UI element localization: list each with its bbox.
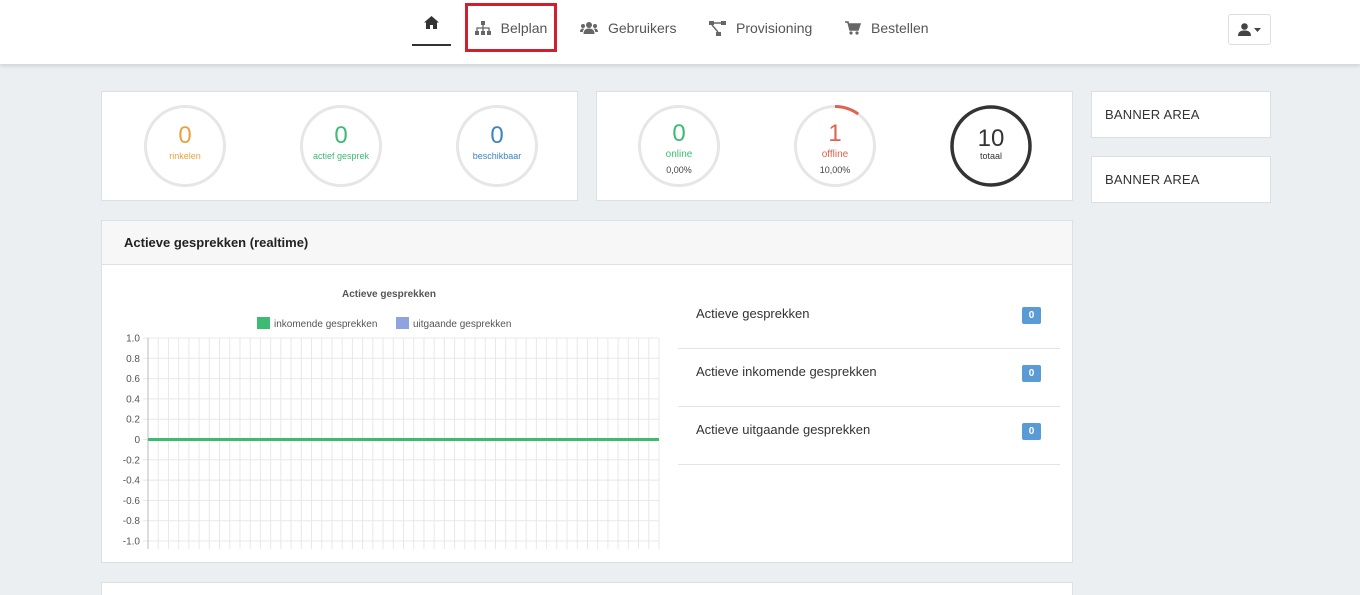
- y-tick-label: 0.4: [126, 394, 140, 405]
- stat-actief-gesprek: 0 actief gesprek: [300, 105, 382, 187]
- stat-beschikbaar: 0 beschikbaar: [456, 105, 538, 187]
- users-icon: [580, 22, 598, 34]
- y-tick-label: -0.4: [123, 476, 141, 487]
- legend-swatch: [257, 317, 270, 329]
- count-badge: 0: [1022, 307, 1041, 324]
- stat-offline: 1 offline 10,00%: [794, 105, 876, 187]
- device-stats-card: 0 online 0,00% 1 offline 10,00% 10 totaa…: [596, 91, 1073, 201]
- list-item: Actieve uitgaande gesprekken 0: [678, 407, 1060, 465]
- count-badge: 0: [1022, 365, 1041, 382]
- y-tick-label: -0.6: [123, 496, 141, 507]
- banner-area[interactable]: BANNER AREA: [1091, 91, 1271, 138]
- network-icon: [709, 20, 726, 36]
- sitemap-icon: [474, 20, 491, 35]
- stat-label: offline: [821, 149, 849, 160]
- call-stats-card: 0 rinkelen 0 actief gesprek 0 beschikbaa…: [101, 91, 578, 201]
- stat-label: rinkelen: [169, 151, 201, 161]
- nav-bestellen-label: Bestellen: [871, 20, 929, 36]
- y-tick-label: -0.8: [123, 516, 141, 527]
- list-item: Actieve gesprekken 0: [678, 291, 1060, 349]
- y-tick-label: 0: [134, 435, 140, 446]
- stat-value: 0: [672, 120, 686, 147]
- count-badge: 0: [1022, 423, 1041, 440]
- realtime-chart: Actieve gesprekken inkomende gesprekken ui…: [123, 289, 660, 549]
- list-item-label: Actieve gesprekken: [696, 306, 810, 321]
- home-icon: [424, 15, 439, 29]
- list-item-label: Actieve uitgaande gesprekken: [696, 422, 871, 437]
- banner-text: BANNER AREA: [1105, 172, 1200, 187]
- next-card: [101, 582, 1073, 595]
- y-tick-label: 0.6: [126, 374, 140, 385]
- nav-bestellen[interactable]: Bestellen: [845, 0, 929, 56]
- stat-percentage: 0,00%: [666, 165, 692, 175]
- card-header: Actieve gesprekken (realtime): [102, 221, 1072, 265]
- nav-gebruikers-label: Gebruikers: [608, 20, 677, 36]
- legend-swatch: [396, 317, 409, 329]
- y-tick-label: -1.0: [123, 537, 141, 548]
- y-tick-label: 0.8: [126, 354, 140, 365]
- banner-area[interactable]: BANNER AREA: [1091, 156, 1271, 203]
- stat-label: totaal: [979, 151, 1003, 161]
- cart-icon: [845, 21, 861, 35]
- stat-label: actief gesprek: [312, 151, 370, 161]
- y-tick-label: 0.2: [126, 415, 140, 426]
- stat-label: online: [665, 149, 693, 160]
- nav-provisioning[interactable]: Provisioning: [709, 0, 812, 56]
- nav-gebruikers[interactable]: Gebruikers: [580, 0, 676, 56]
- stat-percentage: 10,00%: [819, 165, 851, 175]
- nav-provisioning-label: Provisioning: [736, 20, 813, 36]
- legend-label: inkomende gesprekken: [274, 319, 377, 330]
- stat-value: 10: [977, 125, 1005, 152]
- user-menu-button[interactable]: [1228, 14, 1271, 45]
- stat-value: 0: [490, 122, 504, 149]
- stat-value: 1: [828, 120, 842, 147]
- nav-belplan-label: Belplan: [500, 19, 548, 36]
- realtime-calls-card: Actieve gesprekken (realtime) Actieve ge…: [101, 220, 1073, 563]
- legend-label: uitgaande gesprekken: [413, 319, 511, 330]
- card-title: Actieve gesprekken (realtime): [124, 235, 309, 250]
- list-item-label: Actieve inkomende gesprekken: [696, 364, 877, 379]
- nav-home[interactable]: [412, 0, 451, 46]
- top-navbar: Belplan Gebruikers Provisioning Bestelle…: [0, 0, 1360, 64]
- chart-title: Actieve gesprekken: [342, 289, 436, 300]
- realtime-list: Actieve gesprekken 0 Actieve inkomende g…: [678, 291, 1060, 465]
- stat-rinkelen: 0 rinkelen: [144, 105, 226, 187]
- stat-value: 0: [178, 122, 192, 149]
- stat-totaal: 10 totaal: [950, 105, 1032, 187]
- caret-down-icon: [1254, 27, 1261, 32]
- banner-text: BANNER AREA: [1105, 107, 1200, 122]
- y-tick-label: 1.0: [126, 334, 140, 345]
- list-item: Actieve inkomende gesprekken 0: [678, 349, 1060, 407]
- user-icon: [1238, 23, 1251, 36]
- stat-online: 0 online 0,00%: [638, 105, 720, 187]
- stat-value: 0: [334, 122, 348, 149]
- stat-label: beschikbaar: [472, 151, 522, 161]
- nav-belplan[interactable]: Belplan: [465, 3, 557, 52]
- y-tick-label: -0.2: [123, 455, 141, 466]
